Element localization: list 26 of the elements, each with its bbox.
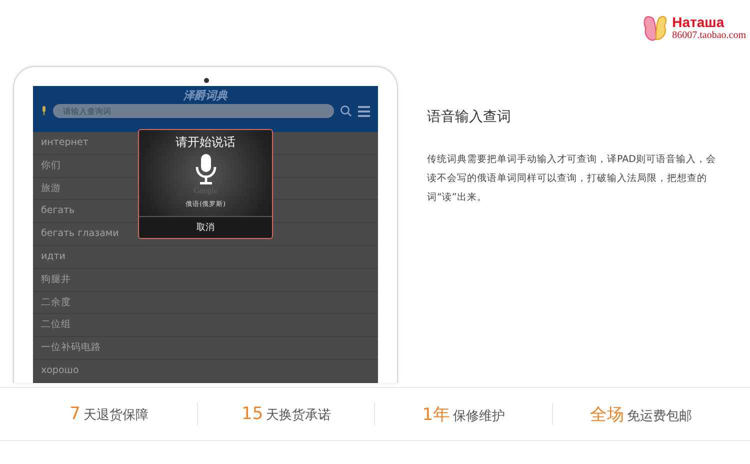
guarantee-text: 天退货保障 bbox=[83, 407, 148, 424]
dialog-title: 请开始说话 bbox=[176, 134, 236, 150]
microphone-icon[interactable] bbox=[41, 106, 47, 116]
word-list-item[interactable]: хорошо bbox=[33, 360, 378, 383]
guarantee-text: 保修维护 bbox=[453, 408, 506, 424]
guarantee-highlight: 15 bbox=[242, 404, 264, 424]
shop-url: 86007.taobao.com bbox=[672, 30, 746, 42]
guarantee-text: 天换货承诺 bbox=[266, 407, 332, 424]
word-list-item[interactable]: 狗腿井 bbox=[33, 268, 378, 292]
app-title: 泽爵词典 bbox=[184, 88, 228, 104]
microphone-icon bbox=[194, 154, 216, 186]
menu-icon[interactable] bbox=[358, 106, 370, 116]
cancel-button[interactable]: 取消 bbox=[139, 216, 272, 238]
word-list-item[interactable]: 二余度 bbox=[33, 292, 378, 314]
shop-name: Наташа bbox=[672, 14, 726, 30]
search-icon[interactable] bbox=[340, 105, 352, 117]
camera-icon bbox=[204, 78, 209, 83]
feature-title: 语音输入查词 bbox=[427, 108, 512, 126]
word-list-item[interactable]: идти bbox=[33, 246, 378, 269]
guarantee-text: 免运费包邮 bbox=[626, 408, 692, 424]
word-list-item[interactable]: 二位组 bbox=[33, 314, 378, 338]
guarantee-highlight: 全场 bbox=[590, 404, 624, 426]
guarantee-highlight: 7 bbox=[70, 404, 80, 424]
feature-description: 传统词典需要把单词手动输入才可查询，译PAD则可语音输入，会读不会写的俄语单词同样可以查询，打破输入法局限，把想查的词“读”出来。 bbox=[427, 153, 717, 205]
guarantee-highlight: 1年 bbox=[422, 404, 450, 426]
word-list-item[interactable]: 一位补码电路 bbox=[33, 337, 378, 360]
